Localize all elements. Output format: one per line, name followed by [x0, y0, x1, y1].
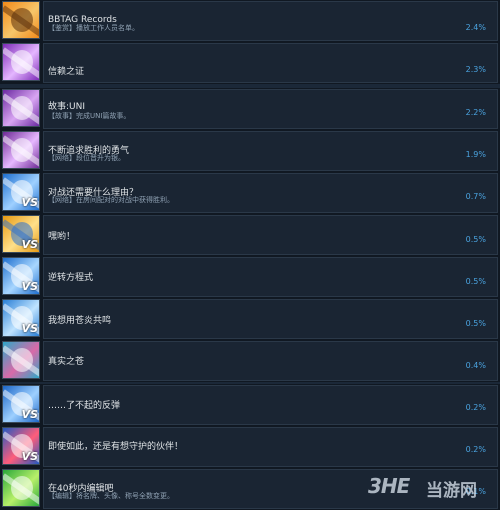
vs-badge-icon: VS [21, 450, 38, 463]
achievement-unlock-percent: 0.5% [465, 319, 486, 328]
achievement-icon-rebound-vs: VS [2, 385, 40, 423]
achievement-row[interactable]: VS 我想用苍炎共鸣 0.5% [0, 298, 500, 340]
vs-badge-icon: VS [21, 238, 38, 251]
vs-badge-icon: VS [21, 322, 38, 335]
achievement-icon-true-azure [2, 341, 40, 379]
achievement-panel: BBTAG Records 【鉴赏】播放工作人员名单。 2.4% [43, 1, 498, 41]
achievement-icon-reversal-vs: VS [2, 257, 40, 295]
achievement-description: 【编辑】将名牌、头像、称号全数变更。 [48, 492, 174, 500]
vs-badge-icon: VS [21, 280, 38, 293]
achievement-panel: 逆转方程式 0.5% [43, 257, 498, 297]
achievement-row[interactable]: VS 嘿哟！ 0.5% [0, 214, 500, 256]
achievement-unlock-percent: 0.5% [465, 235, 486, 244]
achievement-panel: 故事:UNI 【故事】完成UNI篇故事。 2.2% [43, 89, 498, 129]
achievement-unlock-percent: 0.2% [465, 445, 486, 454]
achievement-description: 【网络】段位晋升为银。 [48, 154, 125, 162]
achievement-row[interactable]: VS ……了不起的反弹 0.2% [0, 384, 500, 426]
achievement-name: 嘿哟！ [48, 232, 76, 242]
achievement-row[interactable]: BBTAG Records 【鉴赏】播放工作人员名单。 2.4% [0, 0, 500, 42]
achievement-row[interactable]: VS 对战还需要什么理由？ 【网络】在房间配对的对战中获得胜利。 0.7% [0, 172, 500, 214]
achievement-unlock-percent: 0.5% [465, 277, 486, 286]
vs-badge-icon: VS [21, 196, 38, 209]
achievement-row[interactable]: 不断追求胜利的勇气 【网络】段位晋升为银。 1.9% [0, 130, 500, 172]
achievement-row[interactable]: VS 逆转方程式 0.5% [0, 256, 500, 298]
achievement-name: ……了不起的反弹 [48, 401, 121, 411]
achievement-unlock-percent: 1.9% [465, 150, 486, 159]
achievement-panel: 对战还需要什么理由？ 【网络】在房间配对的对战中获得胜利。 0.7% [43, 173, 498, 213]
achievement-panel: 信赖之证 2.3% [43, 43, 498, 83]
achievement-unlock-percent: 0.2% [465, 403, 486, 412]
achievement-unlock-percent: 2.3% [465, 65, 486, 74]
achievement-panel: 嘿哟！ 0.5% [43, 215, 498, 255]
site-watermark: 3HE 当游网 [368, 472, 498, 508]
achievement-name: 信赖之证 [48, 67, 85, 77]
achievement-icon-story-uni [2, 89, 40, 127]
achievement-unlock-percent: 0.4% [465, 361, 486, 370]
achievement-panel: 即使如此，还是有想守护的伙伴！ 0.2% [43, 427, 498, 467]
achievement-description: 【网络】在房间配对的对战中获得胜利。 [48, 196, 174, 204]
achievement-unlock-percent: 2.2% [465, 108, 486, 117]
achievement-icon-azure-flame: VS [2, 299, 40, 337]
achievement-name: 逆转方程式 [48, 273, 94, 283]
achievement-description: 【故事】完成UNI篇故事。 [48, 112, 131, 120]
achievement-name: 我想用苍炎共鸣 [48, 316, 112, 326]
achievement-icon-battle-vs: VS [2, 173, 40, 211]
achievement-row[interactable]: 信赖之证 2.3% [0, 42, 500, 84]
vs-badge-icon: VS [21, 408, 38, 421]
achievement-row[interactable]: 故事:UNI 【故事】完成UNI篇故事。 2.2% [0, 88, 500, 130]
achievement-panel: 不断追求胜利的勇气 【网络】段位晋升为银。 1.9% [43, 131, 498, 171]
achievement-icon-heyo-vs: VS [2, 215, 40, 253]
achievement-name: 即使如此，还是有想守护的伙伴！ [48, 442, 184, 452]
achievement-name: 真实之苍 [48, 357, 85, 367]
achievement-unlock-percent: 0.7% [465, 192, 486, 201]
achievement-description: 【鉴赏】播放工作人员名单。 [48, 24, 139, 32]
achievement-icon-partners-vs: VS [2, 427, 40, 465]
achievement-list: BBTAG Records 【鉴赏】播放工作人员名单。 2.4% 信赖之证 2.… [0, 0, 500, 510]
achievement-icon-courage [2, 131, 40, 169]
achievement-icon-edit [2, 469, 40, 507]
achievement-panel: 我想用苍炎共鸣 0.5% [43, 299, 498, 339]
achievement-panel: ……了不起的反弹 0.2% [43, 385, 498, 425]
achievement-row[interactable]: VS 即使如此，还是有想守护的伙伴！ 0.2% [0, 426, 500, 468]
achievement-icon-trust [2, 43, 40, 81]
achievement-icon-records [2, 1, 40, 39]
achievement-panel: 真实之苍 0.4% [43, 341, 498, 381]
achievement-unlock-percent: 2.4% [465, 23, 486, 32]
watermark-text: 当游网 [426, 481, 477, 501]
achievement-row[interactable]: 真实之苍 0.4% [0, 340, 500, 382]
watermark-logo: 3HE [368, 474, 410, 498]
